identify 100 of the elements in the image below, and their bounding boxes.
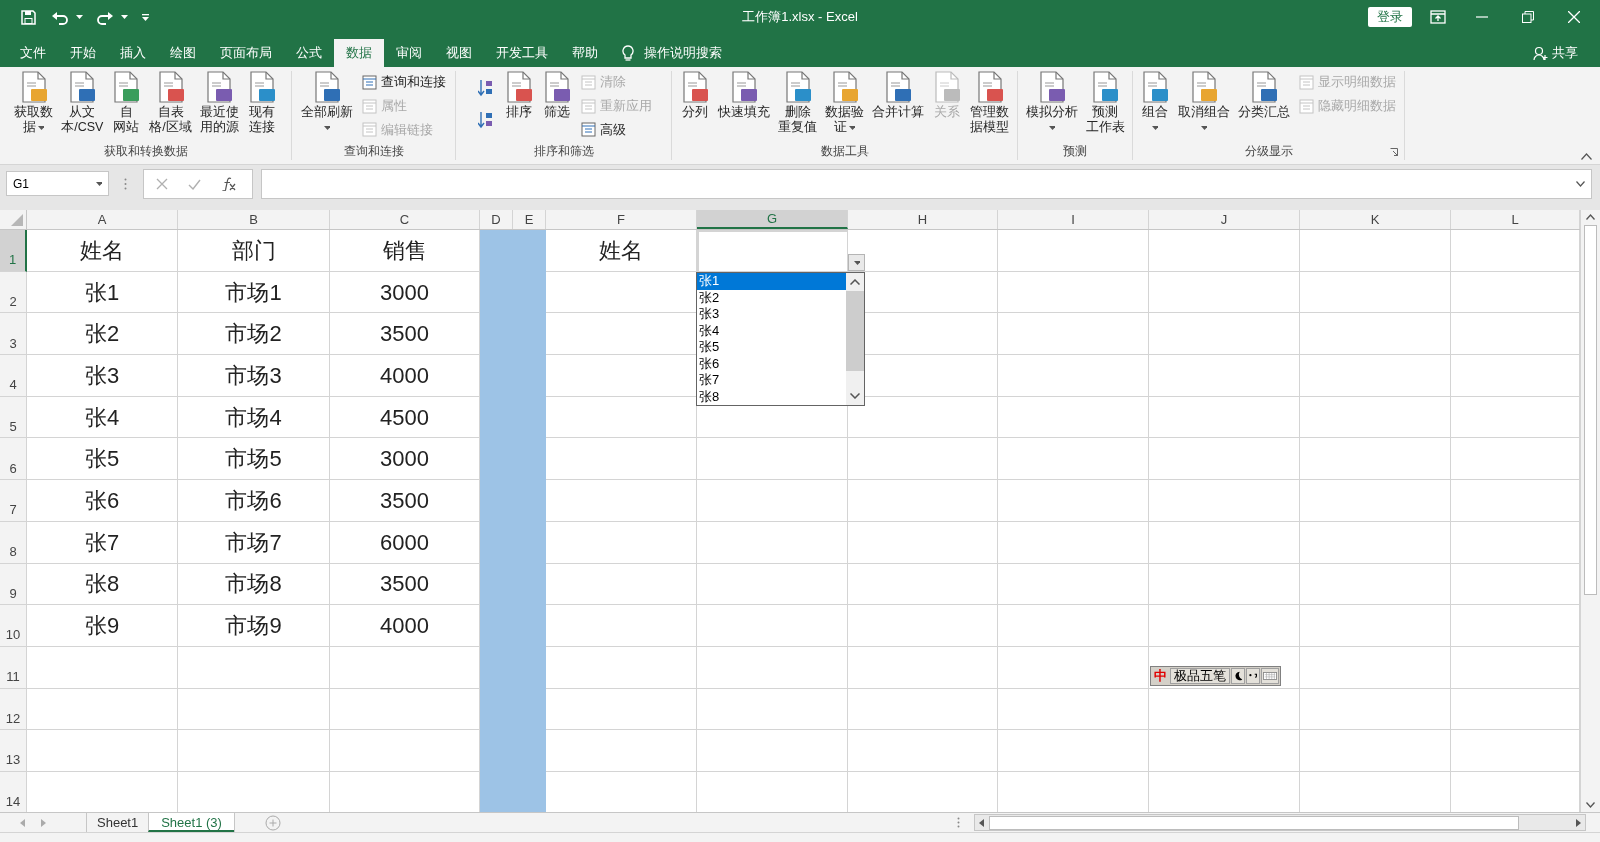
empty-cell[interactable]: [998, 688, 1149, 731]
empty-cell[interactable]: [178, 730, 330, 772]
undo-icon[interactable]: [52, 9, 68, 25]
list-option[interactable]: 张3: [697, 306, 846, 323]
ribbon-tab[interactable]: 帮助: [560, 39, 610, 67]
empty-cell[interactable]: [848, 480, 998, 522]
empty-cell[interactable]: [697, 730, 848, 772]
table-cell[interactable]: 姓名: [27, 230, 178, 272]
ribbon-button[interactable]: 自 网站: [108, 71, 145, 135]
scroll-left-icon[interactable]: [977, 817, 987, 828]
ribbon-button[interactable]: 合并计算: [869, 71, 927, 120]
table-cell[interactable]: 市场8: [178, 563, 330, 606]
document-icon[interactable]: [1249, 71, 1279, 103]
ribbon-button[interactable]: 删除 重复值: [775, 71, 820, 135]
list-option[interactable]: 张6: [697, 355, 846, 372]
table-cell[interactable]: 市场1: [178, 271, 330, 314]
table-cell[interactable]: 市场6: [178, 480, 330, 522]
empty-cell[interactable]: [1149, 396, 1300, 439]
caret-icon[interactable]: [1048, 125, 1055, 130]
empty-cell[interactable]: [1300, 355, 1451, 397]
empty-cell[interactable]: [848, 605, 998, 647]
empty-cell[interactable]: [697, 521, 848, 564]
ribbon-button[interactable]: 高级: [580, 120, 652, 140]
ribbon-button[interactable]: 预测 工作表: [1082, 71, 1128, 135]
empty-cell[interactable]: [1300, 230, 1451, 272]
ribbon-button[interactable]: 获取数 据: [11, 71, 57, 135]
add-sheet-icon[interactable]: [264, 814, 281, 831]
empty-cell[interactable]: [697, 688, 848, 731]
empty-cell[interactable]: [998, 480, 1149, 522]
scroll-up-icon[interactable]: [850, 279, 860, 285]
ribbon-tab[interactable]: 数据: [334, 39, 384, 67]
ribbon-button[interactable]: 分列: [677, 71, 713, 120]
ribbon-button[interactable]: 从文 本/CSV: [58, 71, 107, 135]
empty-cell[interactable]: [1149, 355, 1300, 397]
collapse-ribbon-icon[interactable]: [1581, 153, 1592, 160]
caret-icon[interactable]: [76, 15, 83, 19]
table-cell[interactable]: 张1: [27, 271, 178, 314]
scroll-thumb[interactable]: [989, 815, 1519, 830]
ribbon-button[interactable]: 数据验 证: [822, 71, 867, 135]
empty-cell[interactable]: [1300, 563, 1451, 606]
empty-cell[interactable]: [1300, 313, 1451, 356]
empty-cell[interactable]: [848, 521, 998, 564]
empty-cell[interactable]: [1149, 605, 1300, 647]
empty-cell[interactable]: [1149, 521, 1300, 564]
empty-cell[interactable]: [998, 313, 1149, 356]
table-cell[interactable]: 张5: [27, 438, 178, 481]
empty-cell[interactable]: [697, 438, 848, 481]
ribbon-button[interactable]: 全部刷新: [297, 71, 356, 135]
table-cell[interactable]: 张4: [27, 396, 178, 439]
empty-cell[interactable]: [697, 480, 848, 522]
table-cell[interactable]: 市场9: [178, 605, 330, 647]
caret-icon[interactable]: [38, 125, 45, 130]
document-icon[interactable]: [1140, 71, 1170, 103]
ribbon-button[interactable]: 最近使 用的源: [196, 71, 242, 135]
ribbon-button[interactable]: 自表 格/区域: [146, 71, 195, 135]
empty-cell[interactable]: [998, 271, 1149, 314]
empty-cell[interactable]: [1149, 313, 1300, 356]
dropdown-button[interactable]: [848, 254, 865, 271]
empty-cell[interactable]: [1149, 688, 1300, 731]
empty-cell[interactable]: [848, 730, 998, 772]
ribbon-tab[interactable]: 插入: [108, 39, 158, 67]
empty-cell[interactable]: [998, 230, 1149, 272]
table-cell[interactable]: 张8: [27, 563, 178, 606]
validation-dropdown-menu[interactable]: 张1 张2 张3 张4 张5 张6 张7 张8: [696, 272, 865, 406]
ribbon-button[interactable]: 筛选: [538, 71, 575, 120]
ribbon-tab[interactable]: 视图: [434, 39, 484, 67]
table-cell[interactable]: 部门: [178, 230, 330, 272]
empty-cell[interactable]: [998, 355, 1149, 397]
empty-cell[interactable]: [848, 438, 998, 481]
empty-cell[interactable]: [848, 688, 998, 731]
list-option[interactable]: 张8: [697, 388, 846, 405]
empty-cell[interactable]: [848, 563, 998, 606]
close-icon[interactable]: [1568, 11, 1580, 23]
empty-cell[interactable]: [998, 521, 1149, 564]
scroll-down-icon[interactable]: [850, 393, 860, 399]
ribbon-button[interactable]: 快速填充: [715, 71, 773, 120]
document-icon[interactable]: [204, 71, 235, 103]
empty-cell[interactable]: [697, 563, 848, 606]
list-option[interactable]: 张1: [697, 273, 846, 290]
ribbon-button[interactable]: 管理数 据模型: [967, 71, 1012, 135]
person-icon[interactable]: [1533, 45, 1548, 61]
empty-cell[interactable]: [998, 730, 1149, 772]
empty-cell[interactable]: [1300, 438, 1451, 481]
ime-name[interactable]: 极品五笔: [1170, 668, 1230, 684]
empty-cell[interactable]: [178, 688, 330, 731]
ribbon-button[interactable]: 取消组合: [1175, 71, 1233, 135]
empty-cell[interactable]: [1300, 271, 1451, 314]
table-cell[interactable]: 市场5: [178, 438, 330, 481]
list-option[interactable]: 张7: [697, 372, 846, 389]
empty-cell[interactable]: [1300, 521, 1451, 564]
empty-cell[interactable]: [1149, 271, 1300, 314]
ribbon-button[interactable]: 分类汇总: [1235, 71, 1293, 120]
ribbon-button[interactable]: 组合: [1137, 71, 1173, 135]
splitter-icon[interactable]: [957, 817, 960, 828]
lightbulb-icon[interactable]: [622, 44, 634, 62]
cancel-icon[interactable]: [156, 178, 168, 190]
document-icon[interactable]: [67, 71, 98, 103]
table-cell[interactable]: 张6: [27, 480, 178, 522]
empty-cell[interactable]: [1300, 396, 1451, 439]
empty-cell[interactable]: [998, 396, 1149, 439]
